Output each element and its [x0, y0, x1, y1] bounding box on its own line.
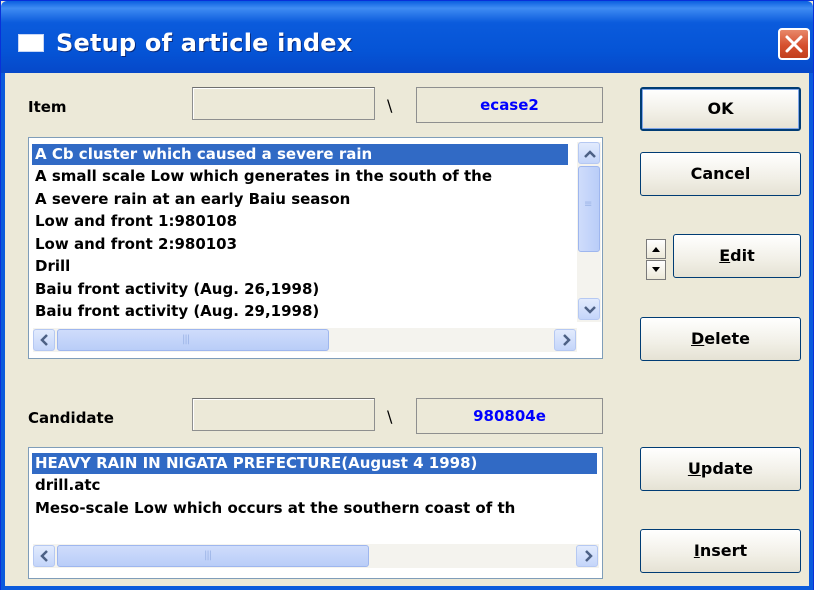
- scroll-thumb[interactable]: ≡: [578, 166, 600, 252]
- frame-right: [809, 73, 813, 590]
- edit-button[interactable]: Edit: [673, 234, 801, 278]
- list-item[interactable]: Meso-scale Low which occurs at the south…: [32, 498, 597, 519]
- scroll-right-button[interactable]: [576, 545, 598, 567]
- list-item[interactable]: Baiu front activity (Aug. 29,1998): [32, 301, 568, 322]
- chevron-right-icon: [563, 334, 571, 346]
- chevron-right-icon: [585, 550, 593, 562]
- chevron-down-icon: [584, 306, 596, 314]
- candidate-horizontal-scrollbar[interactable]: |||: [33, 544, 599, 568]
- chevron-left-icon: [40, 334, 48, 346]
- list-item[interactable]: A severe rain at an early Baiu season: [32, 189, 568, 210]
- grip-icon: |||: [204, 550, 212, 561]
- candidate-value: 980804e: [416, 398, 603, 434]
- title-bar[interactable]: Setup of article index: [1, 1, 813, 73]
- frame-left: [1, 73, 5, 590]
- item-path-field[interactable]: [192, 87, 375, 120]
- item-separator: \: [387, 96, 393, 115]
- close-button[interactable]: [778, 28, 810, 60]
- frame-bottom: [1, 586, 813, 590]
- dialog-window: Setup of article index Item \ ecase2 A C…: [0, 0, 814, 590]
- scroll-left-button[interactable]: [33, 329, 55, 351]
- move-down-button[interactable]: [646, 260, 666, 280]
- item-label: Item: [28, 98, 67, 116]
- item-horizontal-scrollbar[interactable]: |||: [33, 328, 577, 352]
- window-icon: [18, 34, 44, 52]
- candidate-path-field[interactable]: [192, 398, 375, 431]
- candidate-separator: \: [387, 407, 393, 426]
- item-listbox[interactable]: A Cb cluster which caused a severe rain …: [28, 137, 603, 359]
- scroll-up-button[interactable]: [578, 142, 600, 164]
- scroll-thumb[interactable]: |||: [57, 545, 369, 567]
- chevron-up-icon: [584, 150, 596, 158]
- item-value: ecase2: [416, 87, 603, 123]
- list-item[interactable]: Drill: [32, 256, 568, 277]
- cancel-button[interactable]: Cancel: [640, 152, 801, 196]
- chevron-up-icon: [652, 247, 660, 252]
- grip-icon: ≡: [584, 199, 592, 210]
- list-item[interactable]: Low and front 1:980108: [32, 211, 568, 232]
- insert-button[interactable]: Insert: [640, 529, 801, 573]
- delete-button[interactable]: Delete: [640, 317, 801, 361]
- list-item[interactable]: A small scale Low which generates in the…: [32, 166, 568, 187]
- list-item[interactable]: A Cb cluster which caused a severe rain: [32, 144, 568, 165]
- scroll-thumb[interactable]: |||: [57, 329, 329, 351]
- window-title: Setup of article index: [56, 29, 353, 57]
- scroll-left-button[interactable]: [33, 545, 55, 567]
- update-button[interactable]: Update: [640, 447, 801, 491]
- item-vertical-scrollbar[interactable]: ≡: [577, 142, 601, 322]
- list-item[interactable]: Baiu front activity (Aug. 26,1998): [32, 279, 568, 300]
- list-item[interactable]: drill.atc: [32, 475, 597, 496]
- move-up-button[interactable]: [646, 239, 666, 259]
- chevron-down-icon: [652, 267, 660, 272]
- grip-icon: |||: [182, 334, 190, 345]
- candidate-label: Candidate: [28, 409, 114, 427]
- list-item[interactable]: HEAVY RAIN IN NIGATA PREFECTURE(August 4…: [32, 453, 597, 474]
- scroll-down-button[interactable]: [578, 298, 600, 320]
- close-icon: [785, 35, 803, 53]
- scroll-right-button[interactable]: [554, 329, 576, 351]
- list-item[interactable]: Low and front 2:980103: [32, 234, 568, 255]
- chevron-left-icon: [40, 550, 48, 562]
- candidate-listbox[interactable]: HEAVY RAIN IN NIGATA PREFECTURE(August 4…: [28, 447, 603, 579]
- ok-button[interactable]: OK: [640, 87, 801, 131]
